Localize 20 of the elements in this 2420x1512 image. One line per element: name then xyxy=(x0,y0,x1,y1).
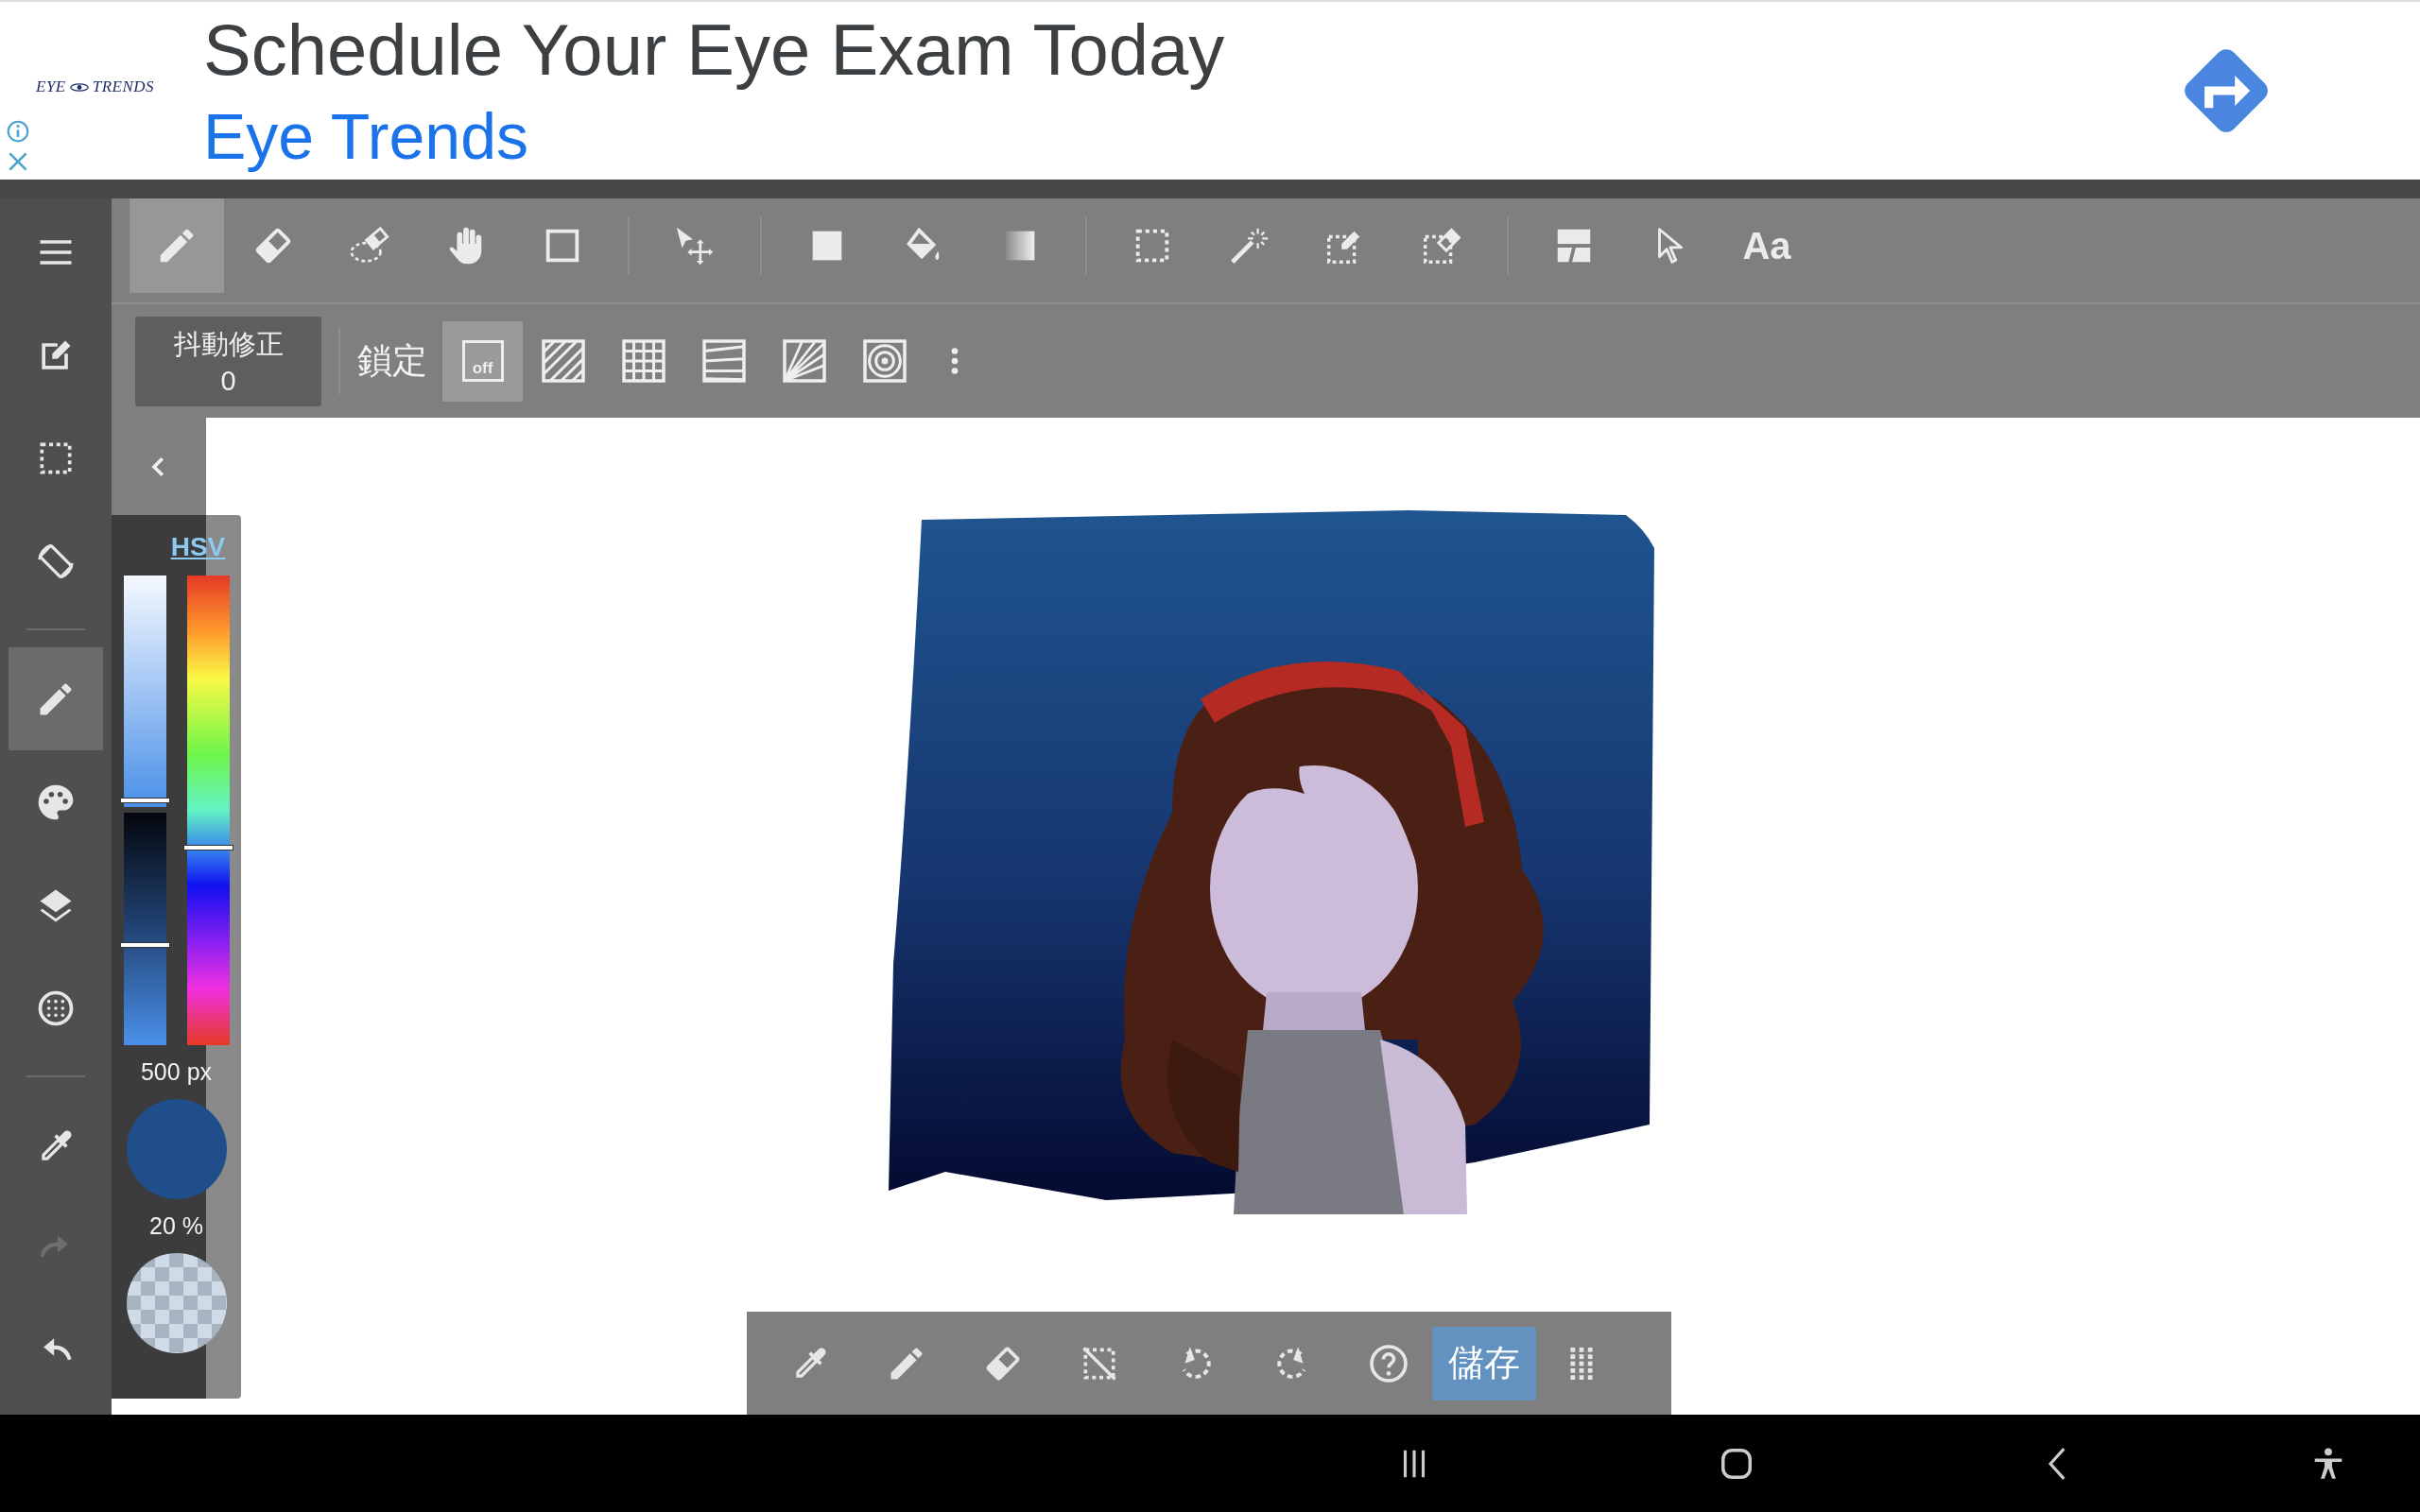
color-mode-link[interactable]: HSV xyxy=(170,532,226,562)
pen-tool[interactable] xyxy=(130,198,224,293)
brush-size-label: 500 px xyxy=(140,1058,213,1086)
home-icon[interactable] xyxy=(1719,1446,1754,1482)
info-icon[interactable] xyxy=(6,119,30,144)
stabilizer-button[interactable]: 抖動修正 0 xyxy=(135,316,321,406)
slider-thumb[interactable] xyxy=(119,797,170,803)
lock-label: 鎖定 xyxy=(357,340,427,382)
ad-headline: Schedule Your Eye Exam Today xyxy=(203,9,1226,92)
advertiser-link[interactable]: Eye Trends xyxy=(203,94,2174,178)
logo-text: TRENDS xyxy=(92,77,155,96)
save-button[interactable]: 儲存 xyxy=(1432,1326,1536,1400)
pen-button[interactable] xyxy=(9,647,103,750)
help-icon xyxy=(1368,1342,1409,1384)
eye-icon xyxy=(68,81,90,93)
text-tool-button[interactable]: Aa xyxy=(1720,198,1814,293)
slider-thumb[interactable] xyxy=(119,942,170,949)
opacity-label: 20 % xyxy=(149,1212,203,1240)
slider-thumb[interactable] xyxy=(182,845,233,851)
logo-text: EYE xyxy=(36,77,66,96)
